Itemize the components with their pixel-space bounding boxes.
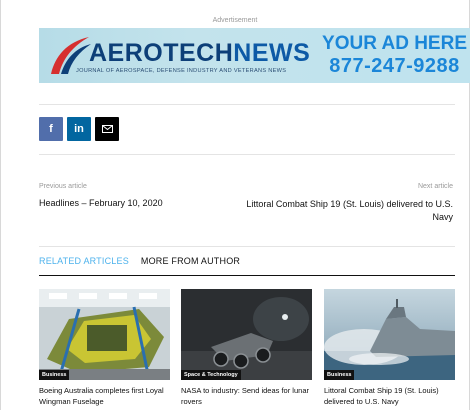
- divider: [39, 154, 455, 155]
- article-title[interactable]: NASA to industry: Send ideas for lunar r…: [181, 385, 312, 407]
- next-article-link[interactable]: Littoral Combat Ship 19 (St. Louis) deli…: [243, 198, 453, 224]
- article-footer-page: Advertisement AEROTECHNEWS JOURNAL OF AE…: [0, 0, 470, 410]
- article-thumbnail[interactable]: Business: [39, 289, 170, 380]
- email-share-button[interactable]: [95, 117, 119, 141]
- ad-brand-part2: NEWS: [233, 39, 311, 67]
- ad-brand-part1: AEROTECH: [89, 39, 234, 67]
- related-article-card[interactable]: Business Boeing Australia completes firs…: [39, 289, 170, 407]
- category-badge[interactable]: Space & Technology: [181, 370, 241, 380]
- facebook-share-button[interactable]: f: [39, 117, 63, 141]
- share-buttons: f in: [39, 117, 119, 141]
- divider: [39, 104, 455, 105]
- article-title[interactable]: Boeing Australia completes first Loyal W…: [39, 385, 170, 407]
- linkedin-icon: in: [74, 123, 84, 135]
- mail-icon: [101, 125, 113, 133]
- previous-article-label: Previous article: [39, 183, 87, 190]
- ad-cta-line1: YOUR AD HERE: [322, 33, 467, 54]
- ad-cta-phone: 877-247-9288: [329, 55, 460, 77]
- tab-more-from-author[interactable]: MORE FROM AUTHOR: [141, 256, 240, 275]
- ad-banner[interactable]: AEROTECHNEWS JOURNAL OF AEROSPACE, DEFEN…: [39, 28, 470, 83]
- next-article-label: Next article: [417, 183, 453, 190]
- combat-ship-image: [324, 289, 455, 380]
- article-thumbnail[interactable]: Business: [324, 289, 455, 380]
- article-thumbnail[interactable]: Space & Technology: [181, 289, 312, 380]
- fuselage-assembly-image: [39, 289, 170, 380]
- related-tabs: RELATED ARTICLES MORE FROM AUTHOR: [39, 256, 455, 276]
- previous-article-link[interactable]: Headlines – February 10, 2020: [39, 198, 163, 208]
- tab-related-articles[interactable]: RELATED ARTICLES: [39, 256, 129, 275]
- category-badge[interactable]: Business: [39, 370, 70, 380]
- facebook-icon: f: [49, 123, 53, 135]
- ad-brand-name: AEROTECHNEWS: [89, 41, 310, 66]
- divider: [39, 246, 455, 247]
- linkedin-share-button[interactable]: in: [67, 117, 91, 141]
- lunar-rover-image: [181, 289, 312, 380]
- advertisement-label: Advertisement: [212, 17, 258, 24]
- ad-tagline: JOURNAL OF AEROSPACE, DEFENSE INDUSTRY A…: [76, 68, 287, 74]
- article-title[interactable]: Littoral Combat Ship 19 (St. Louis) deli…: [324, 385, 455, 407]
- related-article-card[interactable]: Business Littoral Combat Ship 19 (St. Lo…: [324, 289, 455, 407]
- related-article-card[interactable]: Space & Technology NASA to industry: Sen…: [181, 289, 312, 407]
- ad-cta: YOUR AD HERE 877-247-9288: [322, 33, 467, 78]
- category-badge[interactable]: Business: [324, 370, 355, 380]
